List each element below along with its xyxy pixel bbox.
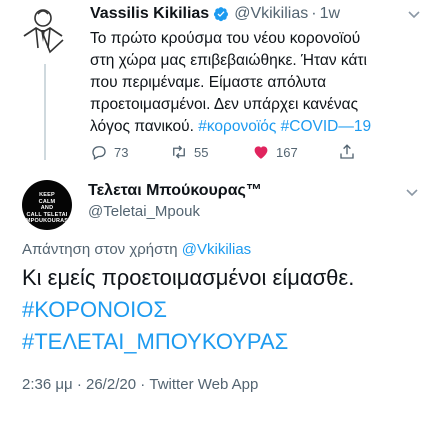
tweet-text: Το πρώτο κρούσμα του νέου κορονοϊού στη … xyxy=(90,28,422,138)
reply-author-name[interactable]: Τελεται Μπούκουρας™ xyxy=(88,182,262,200)
hashtag-link[interactable]: #κορονοϊός xyxy=(198,118,276,135)
reply-author-avatar[interactable]: KEEP CALM AND CALL TELETAI MPOUKOURAS xyxy=(22,180,72,230)
reply-time[interactable]: 2:36 μμ xyxy=(22,376,73,393)
reply-text: Κι εμείς προετοιμασμένοι είμασθε. #ΚΟΡΟΝ… xyxy=(22,262,427,358)
retweet-count: 55 xyxy=(194,144,209,160)
dot-separator: · xyxy=(311,5,317,22)
tweet-text-line: Το πρώτο κρούσμα του νέου κορονοϊού xyxy=(90,30,361,47)
hashtag-link[interactable]: #ΤΕΛΕΤΑΙ_ΜΠΟΥΚΟΥΡΑΣ xyxy=(22,326,427,358)
dot-separator: · xyxy=(140,376,146,393)
thread-line xyxy=(44,64,46,160)
reply-author-handle[interactable]: @Teletai_Mpouk xyxy=(88,203,200,220)
tweet-header: Vassilis Kikilias @Vkikilias · 1w xyxy=(90,2,422,26)
like-button[interactable]: 167 xyxy=(252,143,338,161)
hashtag-link[interactable]: #COVID—19 xyxy=(281,118,371,135)
tweet-text-line: προετοιμασμένοι. Δεν υπάρχει κανένας xyxy=(90,96,359,113)
reply-bubble-icon xyxy=(92,146,106,160)
author-handle[interactable]: @Vkikilias xyxy=(234,5,308,23)
reply-button[interactable]: 73 xyxy=(90,143,170,161)
tweet-time[interactable]: 1w xyxy=(320,5,340,23)
tweet-actions: 73 55 167 xyxy=(90,140,415,164)
chevron-down-icon[interactable] xyxy=(404,184,420,200)
tweet-text-line: λόγος πανικού. #κορονοϊός #COVID—19 xyxy=(90,116,422,138)
hashtag-link[interactable]: #ΚΟΡΟΝΟΙΟΣ xyxy=(22,294,427,326)
avatar-caption: KEEP CALM AND CALL TELETAI MPOUKOURAS xyxy=(22,192,72,225)
heart-icon xyxy=(254,146,268,159)
author-avatar[interactable] xyxy=(18,6,68,66)
like-count: 167 xyxy=(276,144,298,160)
tweet-text-segment: λόγος πανικού. xyxy=(90,118,194,135)
reply-count: 73 xyxy=(114,144,129,160)
retweet-button[interactable]: 55 xyxy=(170,143,252,161)
chevron-down-icon[interactable] xyxy=(406,6,422,22)
share-button[interactable] xyxy=(338,143,378,161)
reply-date[interactable]: 26/2/20 xyxy=(86,376,136,393)
reply-text-line: Κι εμείς προετοιμασμένοι είμασθε. xyxy=(22,265,355,290)
avatar-caption-line: MPOUKOURAS xyxy=(25,218,69,224)
tweet-text-line: που περιμέναμε. Είμαστε απόλυτα xyxy=(90,74,327,91)
mention-link[interactable]: @Vkikilias xyxy=(182,241,251,258)
tweet-text-line: στη χώρα μας επιβεβαιώθηκε. Ήταν κάτι xyxy=(90,52,367,69)
verified-badge-icon xyxy=(214,7,229,22)
dot-separator: · xyxy=(76,376,82,393)
share-icon xyxy=(340,144,354,159)
tweet-meta: 2:36 μμ · 26/2/20 · Twitter Web App xyxy=(22,376,258,393)
author-name[interactable]: Vassilis Kikilias xyxy=(90,5,209,23)
tweet-source[interactable]: Twitter Web App xyxy=(149,376,258,393)
replying-to-prefix: Απάντηση στον χρήστη xyxy=(22,241,178,258)
replying-to: Απάντηση στον χρήστη @Vkikilias xyxy=(22,241,251,258)
retweet-icon xyxy=(173,145,185,159)
